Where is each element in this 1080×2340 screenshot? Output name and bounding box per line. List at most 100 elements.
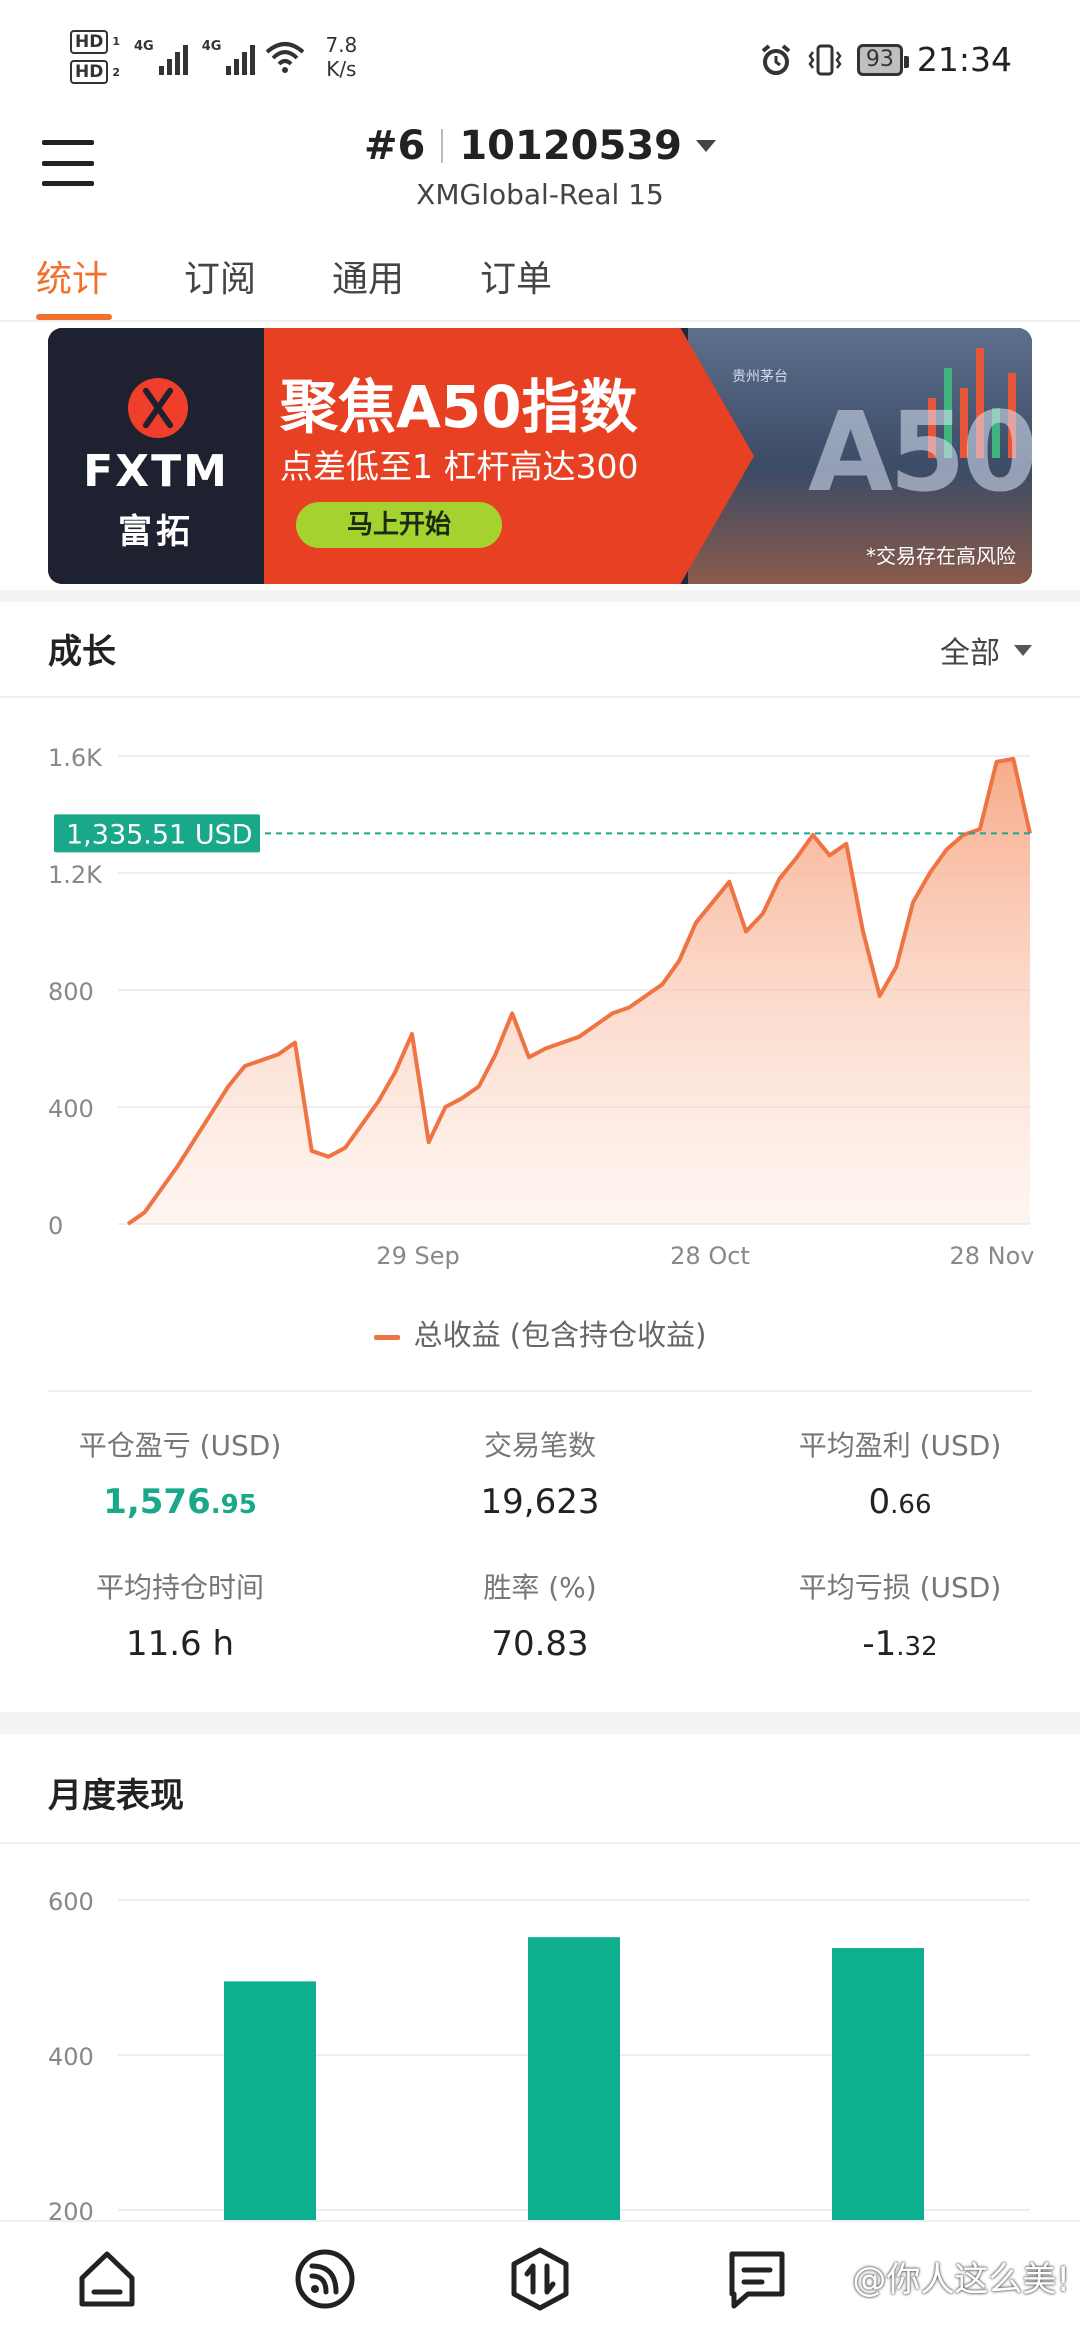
period-filter-label: 全部 xyxy=(940,636,1000,671)
stat-value: 11.6 h xyxy=(0,1624,360,1664)
hd-badge-2: HD xyxy=(70,60,109,84)
account-number: 10120539 xyxy=(459,123,682,169)
signal-icon: 4G xyxy=(134,39,188,75)
banner-title: 聚焦A50指数 xyxy=(280,373,638,441)
stat-item: 平均持仓时间 11.6 h xyxy=(0,1566,360,1664)
monthly-bar xyxy=(832,1948,924,2220)
growth-divider xyxy=(0,696,1080,698)
alarm-icon xyxy=(761,43,791,75)
stat-label: 平均盈利 (USD) xyxy=(798,1429,1002,1462)
account-separator xyxy=(441,129,444,163)
monthly-bar xyxy=(224,1981,316,2220)
stat-item: 平仓盈亏 (USD) 1,576.95 xyxy=(0,1424,360,1522)
stat-value-int: 70.83 xyxy=(491,1624,589,1664)
account-selector[interactable]: #6 10120539 XMGlobal-Real 15 xyxy=(0,118,1080,211)
y-tick-label: 400 xyxy=(48,1095,94,1123)
network-type-2: 4G xyxy=(201,39,222,54)
speed-unit: K/s xyxy=(326,57,357,81)
watermark: @你人这么美! xyxy=(852,2252,1070,2301)
x-tick-label: 29 Sep xyxy=(376,1242,459,1270)
network-type-1: 4G xyxy=(134,39,154,54)
stat-value-frac: .32 xyxy=(896,1632,938,1662)
y-tick-label: 600 xyxy=(48,1888,94,1916)
stat-label: 平均持仓时间 xyxy=(95,1571,264,1604)
section-divider xyxy=(0,590,1080,602)
stat-value-int: -1 xyxy=(862,1624,897,1664)
stat-label: 平均亏损 (USD) xyxy=(798,1571,1002,1604)
monthly-chart: 200 400 600 xyxy=(48,1888,1030,2220)
speed-value: 7.8 xyxy=(325,33,358,57)
current-value-label: 1,335.51 USD xyxy=(54,814,260,853)
monthly-title: 月度表现 xyxy=(48,1776,184,1816)
stat-value-frac: .66 xyxy=(890,1490,932,1520)
chart-legend: 总收益 (包含持仓收益) xyxy=(0,1312,1080,1354)
caret-down-icon xyxy=(1014,644,1032,656)
stat-value-frac: .95 xyxy=(210,1490,257,1520)
network-speed: 7.8 K/s xyxy=(325,33,357,81)
y-tick-label: 0 xyxy=(48,1212,63,1240)
stat-value-int: 0 xyxy=(868,1482,891,1522)
stat-label: 平仓盈亏 (USD) xyxy=(78,1429,282,1462)
stats-divider xyxy=(48,1390,1032,1392)
growth-area xyxy=(128,758,1030,1224)
banner-cta-button[interactable]: 马上开始 xyxy=(296,502,502,548)
current-value-text: 1,335.51 USD xyxy=(66,819,253,850)
banner-a50-graphic: A50 xyxy=(808,388,1032,516)
y-tick-label: 1.6K xyxy=(48,744,103,772)
stat-item: 胜率 (%) 70.83 xyxy=(360,1566,720,1664)
stat-value-int: 1,576 xyxy=(103,1482,211,1522)
sim2-index: 2 xyxy=(112,66,120,79)
y-tick-label: 200 xyxy=(48,2198,94,2220)
monthly-divider xyxy=(0,1842,1080,1844)
banner-brand-panel: FXTM 富拓 xyxy=(48,328,264,584)
y-tick-label: 1.2K xyxy=(48,861,103,889)
active-tab-indicator xyxy=(36,314,112,320)
account-server: XMGlobal-Real 15 xyxy=(416,178,664,211)
y-tick-label: 800 xyxy=(48,978,94,1006)
wifi-icon xyxy=(266,42,305,73)
legend-swatch xyxy=(373,1334,400,1340)
tab-subscribe[interactable]: 订阅 xyxy=(184,250,256,302)
banner-brand-cn: 富拓 xyxy=(118,512,194,552)
stat-value: 19,623 xyxy=(360,1482,720,1522)
caret-down-icon[interactable] xyxy=(696,140,716,152)
stat-value-int: 11.6 h xyxy=(125,1624,235,1664)
tab-orders[interactable]: 订单 xyxy=(480,250,552,302)
tab-general[interactable]: 通用 xyxy=(332,250,404,302)
account-index: #6 xyxy=(363,123,426,169)
legend-label: 总收益 (包含持仓收益) xyxy=(413,1318,707,1352)
stat-item: 交易笔数 19,623 xyxy=(360,1424,720,1522)
banner-risk-note: *交易存在高风险 xyxy=(866,544,1016,568)
banner-subtitle: 点差低至1 杠杆高达300 xyxy=(280,447,639,486)
stat-value: 1,576.95 xyxy=(0,1482,360,1522)
tab-statistics[interactable]: 统计 xyxy=(36,250,108,302)
stat-value: 70.83 xyxy=(360,1624,720,1664)
trade-icon[interactable] xyxy=(505,2244,575,2314)
promo-banner[interactable]: A50 贵州茅台 FXTM 富拓 聚焦A50指数 点差低至1 杠杆高达300 马… xyxy=(48,328,1032,584)
fxtm-logo-icon xyxy=(128,378,188,438)
section-divider xyxy=(0,1712,1080,1734)
monthly-bar xyxy=(528,1937,620,2220)
home-icon[interactable] xyxy=(72,2244,142,2314)
battery-icon: 93 xyxy=(856,43,909,76)
growth-chart: 1,335.51 USD 0 400 800 1.2K 1.6K 29 Sep 28 Oc… xyxy=(48,744,1035,1270)
tab-bar: 统计 订阅 通用 订单 xyxy=(0,240,1080,322)
banner-city-tag: 贵州茅台 xyxy=(732,369,788,385)
stat-value: -1.32 xyxy=(720,1624,1080,1664)
y-tick-label: 400 xyxy=(48,2043,94,2071)
signal-feed-icon[interactable] xyxy=(290,2244,360,2314)
stat-value-int: 19,623 xyxy=(480,1482,600,1522)
growth-title: 成长 xyxy=(48,632,116,672)
stat-label: 胜率 (%) xyxy=(483,1571,597,1604)
hd-badge-1: HD xyxy=(70,30,109,54)
sim1-index: 1 xyxy=(112,35,120,48)
signal-icon-2: 4G xyxy=(202,39,256,75)
stat-item: 平均盈利 (USD) 0.66 xyxy=(720,1424,1080,1522)
watermark-text: @你人这么美! xyxy=(852,2260,1070,2300)
message-icon[interactable] xyxy=(722,2244,792,2314)
clock: 21:34 xyxy=(916,40,1012,79)
period-filter[interactable]: 全部 xyxy=(940,628,1032,672)
status-bar: HD HD 1 2 4G 4G 7.8 K/s 93 21:34 xyxy=(0,0,1080,118)
vibrate-icon xyxy=(808,44,842,75)
stat-item: 平均亏损 (USD) -1.32 xyxy=(720,1566,1080,1664)
